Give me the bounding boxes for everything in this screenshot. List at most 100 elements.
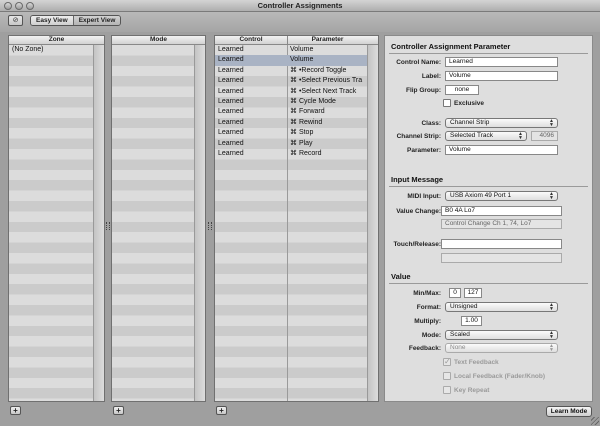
zone-mode-splitter-handle[interactable] (106, 222, 110, 230)
mode-list[interactable] (112, 45, 205, 401)
control-list[interactable]: Learned Volume Learned Volume Learned ⌘ •Reco… (215, 45, 378, 401)
popup-arrows-icon: ▲ ▼ (518, 131, 523, 141)
zone-list[interactable]: (No Zone) (9, 45, 104, 401)
control-row[interactable]: Learned Volume (215, 55, 367, 66)
control-cell: Learned (218, 46, 244, 53)
control-table-header: Control Parameter (215, 36, 378, 45)
control-cell: Learned (218, 108, 244, 116)
mode-popup[interactable]: Scaled ▲ ▼ (445, 330, 558, 340)
touch-release-label: Touch/Release: (393, 241, 441, 248)
parameter-column-header[interactable]: Parameter (287, 36, 367, 44)
label-label: Label: (421, 73, 441, 80)
control-cell: Learned (218, 150, 244, 157)
window-title: Controller Assignments (257, 1, 343, 10)
control-cell: Learned (218, 56, 244, 64)
text-feedback-checkbox[interactable]: ✓ (443, 357, 451, 366)
section-divider (389, 53, 588, 54)
zone-column-header[interactable]: Zone (9, 36, 104, 45)
midi-input-popup[interactable]: USB Axiom 49 Port 1 ▲ ▼ (445, 191, 558, 201)
exclusive-checkbox[interactable] (443, 99, 451, 107)
touch-release-field[interactable] (441, 239, 562, 249)
value-section-title: Value (391, 272, 411, 281)
control-cell: Learned (218, 118, 244, 126)
max-value-field[interactable]: 127 (464, 288, 482, 298)
local-feedback-label: Local Feedback (Fader/Knob) (454, 373, 546, 380)
add-control-button[interactable]: + (216, 406, 227, 415)
resize-grip-icon[interactable] (591, 417, 599, 425)
control-row[interactable]: Learned ⌘ •Select Next Track (215, 87, 367, 97)
zoom-window-icon[interactable] (26, 2, 34, 10)
control-name-field[interactable]: Learned (445, 57, 558, 67)
format-popup[interactable]: Unsigned ▲ ▼ (445, 302, 558, 312)
zone-scrollbar[interactable] (93, 45, 104, 401)
expert-view-tab[interactable]: Expert View (72, 16, 121, 25)
mode-column-header[interactable]: Mode (112, 36, 205, 45)
flip-group-field[interactable]: none (445, 85, 479, 95)
control-pane: Control Parameter Learned Volume Learned Vo… (214, 35, 379, 402)
format-value: Unsigned (450, 303, 478, 310)
parameter-cell: ⌘ •Record Toggle (290, 66, 347, 74)
zone-row[interactable]: (No Zone) (9, 45, 95, 55)
multiply-field[interactable]: 1.00 (461, 316, 482, 326)
minimize-window-icon[interactable] (15, 2, 23, 10)
channel-strip-popup[interactable]: Selected Track ▲ ▼ (445, 131, 527, 141)
popup-arrows-icon: ▲ ▼ (549, 191, 554, 201)
control-row[interactable]: Learned ⌘ •Record Toggle (215, 66, 367, 76)
value-change-field[interactable]: B0 4A Lo7 (441, 206, 562, 216)
key-repeat-checkbox[interactable] (443, 386, 451, 394)
parameter-field[interactable]: Volume (445, 145, 558, 155)
min-value-field[interactable]: 0 (449, 288, 461, 298)
learn-mode-button[interactable]: Learn Mode (546, 406, 592, 417)
control-row[interactable]: Learned ⌘ •Select Previous Tra (215, 76, 367, 86)
control-row[interactable]: Learned ⌘ Record (215, 149, 367, 159)
close-window-icon[interactable] (4, 2, 12, 10)
control-cell: Learned (218, 77, 244, 85)
checkmark-icon: ✓ (444, 357, 451, 366)
popup-arrows-icon: ▲ ▼ (549, 330, 554, 340)
feedback-popup[interactable]: None ▲ ▼ (445, 343, 558, 353)
parameter-cell: ⌘ •Select Next Track (290, 87, 357, 95)
min-max-label: Min/Max: (413, 290, 441, 297)
control-row[interactable]: Learned ⌘ Forward (215, 107, 367, 117)
parameter-cell: ⌘ Forward (290, 108, 325, 116)
control-cell: Learned (218, 66, 244, 74)
control-scrollbar[interactable] (367, 45, 378, 401)
parameter-cell: ⌘ Stop (290, 129, 314, 137)
popup-arrows-icon: ▲ ▼ (549, 118, 554, 128)
control-row[interactable]: Learned ⌘ Rewind (215, 118, 367, 128)
control-row[interactable]: Learned Volume (215, 45, 367, 55)
mode-control-splitter-handle[interactable] (208, 222, 212, 230)
control-column-header[interactable]: Control (215, 36, 287, 44)
add-mode-button[interactable]: + (113, 406, 124, 415)
control-row[interactable]: Learned ⌘ Cycle Mode (215, 97, 367, 107)
link-button[interactable]: ⊘ (8, 15, 23, 26)
parameter-cell: ⌘ Cycle Mode (290, 98, 336, 105)
popup-arrows-icon: ▲ ▼ (549, 302, 554, 312)
add-zone-button[interactable]: + (10, 406, 21, 415)
format-label: Format: (416, 304, 441, 311)
midi-input-label: MIDI Input: (407, 193, 441, 200)
text-feedback-label: Text Feedback (454, 359, 499, 366)
flip-group-label: Flip Group: (405, 87, 441, 94)
parameter-cell: ⌘ •Select Previous Tra (290, 77, 363, 85)
exclusive-label: Exclusive (454, 100, 484, 107)
mode-scrollbar[interactable] (194, 45, 205, 401)
channel-strip-number-field[interactable]: 4096 (531, 131, 558, 141)
feedback-value: None (450, 344, 466, 351)
control-cell: Learned (218, 98, 244, 105)
assignment-section-title: Controller Assignment Parameter (391, 42, 511, 51)
control-row[interactable]: Learned ⌘ Stop (215, 128, 367, 138)
parameter-cell: Volume (290, 46, 314, 53)
class-popup[interactable]: Channel Strip ▲ ▼ (445, 118, 558, 128)
control-row[interactable]: Learned ⌘ Play (215, 139, 367, 149)
easy-view-tab[interactable]: Easy View (31, 16, 73, 25)
feedback-label: Feedback: (408, 345, 441, 352)
section-divider (389, 283, 588, 284)
title-bar: Controller Assignments (0, 0, 600, 12)
channel-strip-value: Selected Track (450, 132, 493, 139)
label-field[interactable]: Volume (445, 71, 558, 81)
multiply-label: Multiply: (414, 318, 441, 325)
local-feedback-checkbox[interactable] (443, 372, 451, 380)
class-label: Class: (421, 120, 441, 127)
touch-release-description (441, 253, 562, 263)
